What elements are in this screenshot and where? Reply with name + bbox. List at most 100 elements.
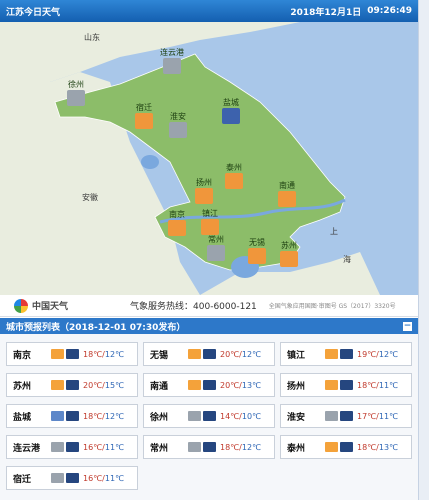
- day-weather-icon: [325, 349, 338, 359]
- night-weather-icon: [66, 442, 79, 452]
- night-weather-icon: [203, 380, 216, 390]
- city-name: 泰州: [226, 163, 242, 172]
- city-name: 扬州: [196, 178, 212, 187]
- day-weather-icon: [325, 442, 338, 452]
- night-weather-icon: [66, 349, 79, 359]
- forecast-item-suzhou[interactable]: 苏州 20℃/15℃: [6, 373, 138, 397]
- map-city-zhenjiang[interactable]: 镇江: [190, 209, 230, 235]
- day-weather-icon: [325, 411, 338, 421]
- forecast-city: 淮安: [287, 412, 306, 423]
- forecast-city: 宿迁: [13, 474, 32, 485]
- forecast-item-yancheng[interactable]: 盐城 18℃/12℃: [6, 404, 138, 428]
- region-label-sea: 海: [343, 255, 351, 264]
- forecast-list-header: 城市预报列表（2018-12-01 07:30发布） −: [0, 318, 418, 334]
- day-weather-icon: [51, 411, 64, 421]
- city-name: 常州: [208, 235, 224, 244]
- day-weather-icon: [188, 349, 201, 359]
- night-weather-icon: [340, 411, 353, 421]
- forecast-item-zhenjiang[interactable]: 镇江 19℃/12℃: [280, 342, 412, 366]
- map-city-lianyungang[interactable]: 连云港: [152, 48, 192, 74]
- forecast-city: 盐城: [13, 412, 32, 423]
- clock-text: 09:26:49: [367, 6, 412, 16]
- day-weather-icon: [51, 380, 64, 390]
- forecast-city: 苏州: [13, 381, 32, 392]
- day-weather-icon: [188, 380, 201, 390]
- city-name: 镇江: [202, 209, 218, 218]
- forecast-item-taizhou[interactable]: 泰州 18℃/13℃: [280, 435, 412, 459]
- night-weather-icon: [66, 473, 79, 483]
- map-city-yancheng[interactable]: 盐城: [211, 98, 251, 124]
- service-bar: 中国天气 气象服务热线：400-6000-121 全国气象应用国图·审图号 GS…: [0, 295, 418, 317]
- weather-map[interactable]: 山东 安徽 上 海 连云港 徐州 宿迁 淮安 盐城 泰州 扬州 南通 南京 镇江: [0, 22, 418, 295]
- temperature: 16℃/11℃: [83, 473, 125, 483]
- china-weather-logo[interactable]: 中国天气: [14, 298, 69, 313]
- service-hotline: 气象服务热线：400-6000-121: [130, 302, 257, 312]
- logo-text: 中国天气: [32, 302, 69, 312]
- forecast-city: 连云港: [13, 443, 41, 454]
- map-city-nantong[interactable]: 南通: [267, 181, 307, 207]
- temperature: 19℃/12℃: [357, 349, 399, 359]
- forecast-item-xuzhou[interactable]: 徐州 14℃/10℃: [143, 404, 275, 428]
- city-name: 南通: [279, 181, 295, 190]
- partly-cloudy-icon: [280, 251, 298, 267]
- map-city-yangzhou[interactable]: 扬州: [184, 178, 224, 204]
- forecast-city: 无锡: [150, 350, 169, 361]
- region-label-shanghai: 上: [330, 227, 338, 236]
- page-title: 江苏今日天气: [6, 7, 61, 18]
- forecast-list: 南京 18℃/12℃ 无锡 20℃/12℃ 镇江 19℃/12℃ 苏州 20℃/…: [0, 334, 418, 500]
- title-bar: 江苏今日天气 2018年12月1日 09:26:49: [0, 0, 418, 22]
- cloudy-icon: [67, 90, 85, 106]
- forecast-item-huaian[interactable]: 淮安 17℃/11℃: [280, 404, 412, 428]
- map-copyright: 全国气象应用国图·审图号 GS（2017）3320号: [268, 303, 396, 310]
- region-label-shandong: 山东: [84, 33, 100, 42]
- forecast-item-nanjing[interactable]: 南京 18℃/12℃: [6, 342, 138, 366]
- map-city-suzhou[interactable]: 苏州: [269, 241, 309, 267]
- forecast-city: 镇江: [287, 350, 306, 361]
- rain-icon: [222, 108, 240, 124]
- forecast-city: 徐州: [150, 412, 169, 423]
- region-label-anhui: 安徽: [82, 193, 98, 202]
- day-weather-icon: [51, 442, 64, 452]
- city-name: 徐州: [68, 80, 84, 89]
- map-city-changzhou[interactable]: 常州: [196, 235, 236, 261]
- temperature: 14℃/10℃: [220, 411, 262, 421]
- forecast-item-suqian[interactable]: 宿迁 16℃/11℃: [6, 466, 138, 490]
- temperature: 18℃/12℃: [83, 411, 125, 421]
- partly-cloudy-icon: [195, 188, 213, 204]
- forecast-item-lianyungang[interactable]: 连云港 16℃/11℃: [6, 435, 138, 459]
- night-weather-icon: [203, 349, 216, 359]
- city-name: 盐城: [223, 98, 239, 107]
- night-weather-icon: [340, 442, 353, 452]
- night-weather-icon: [340, 380, 353, 390]
- temperature: 18℃/12℃: [220, 442, 262, 452]
- forecast-item-yangzhou[interactable]: 扬州 18℃/11℃: [280, 373, 412, 397]
- day-weather-icon: [325, 380, 338, 390]
- sunny-icon: [248, 248, 266, 264]
- forecast-city: 常州: [150, 443, 169, 454]
- forecast-city: 扬州: [287, 381, 306, 392]
- city-name: 苏州: [281, 241, 297, 250]
- day-weather-icon: [188, 442, 201, 452]
- map-city-xuzhou[interactable]: 徐州: [56, 80, 96, 106]
- forecast-item-wuxi[interactable]: 无锡 20℃/12℃: [143, 342, 275, 366]
- temperature: 18℃/11℃: [357, 380, 399, 390]
- forecast-item-changzhou[interactable]: 常州 18℃/12℃: [143, 435, 275, 459]
- logo-icon: [14, 298, 28, 313]
- temperature: 16℃/11℃: [83, 442, 125, 452]
- forecast-city: 泰州: [287, 443, 306, 454]
- cloudy-icon: [169, 122, 187, 138]
- temperature: 20℃/15℃: [83, 380, 125, 390]
- forecast-item-nantong[interactable]: 南通 20℃/13℃: [143, 373, 275, 397]
- night-weather-icon: [66, 411, 79, 421]
- temperature: 20℃/13℃: [220, 380, 262, 390]
- day-weather-icon: [51, 473, 64, 483]
- forecast-list-title: 城市预报列表（2018-12-01 07:30发布）: [6, 322, 186, 333]
- date-text: 2018年12月1日: [290, 7, 362, 18]
- collapse-button[interactable]: −: [403, 321, 412, 331]
- partly-cloudy-icon: [135, 113, 153, 129]
- day-weather-icon: [51, 349, 64, 359]
- city-name: 淮安: [170, 112, 186, 121]
- map-city-huaian[interactable]: 淮安: [158, 112, 198, 138]
- partly-cloudy-icon: [168, 220, 186, 236]
- cloudy-icon: [163, 58, 181, 74]
